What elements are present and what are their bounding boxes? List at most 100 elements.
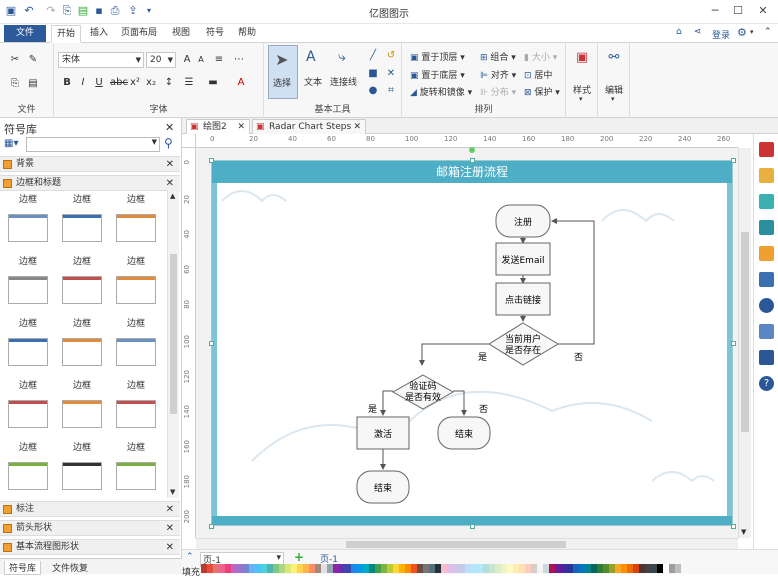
- share-link-icon[interactable]: ⋖: [694, 27, 702, 37]
- scroll-thumb[interactable]: [741, 232, 749, 432]
- superscript-icon[interactable]: x²: [128, 76, 142, 90]
- image-icon[interactable]: [759, 220, 774, 235]
- shrink-font-icon[interactable]: A: [194, 53, 208, 67]
- border-thumbnail[interactable]: [116, 276, 156, 304]
- select-tool-button[interactable]: ➤ 选择: [268, 45, 298, 99]
- tab-help[interactable]: 帮助: [232, 25, 262, 43]
- node-end-right[interactable]: 结束: [437, 416, 491, 450]
- style-dropdown-icon[interactable]: ▾: [579, 95, 583, 103]
- library-close-icon[interactable]: ✕: [166, 502, 174, 517]
- tab-close-icon[interactable]: ✕: [237, 120, 245, 134]
- node-register[interactable]: 注册: [495, 204, 551, 238]
- border-thumbnail[interactable]: [8, 400, 48, 428]
- library-search-input[interactable]: ▼: [26, 137, 160, 152]
- bullets-icon[interactable]: ☰: [182, 76, 196, 90]
- border-thumbnail[interactable]: [116, 214, 156, 242]
- italic-icon[interactable]: I: [76, 76, 90, 90]
- underline-icon[interactable]: U: [92, 76, 106, 90]
- node-end-bottom[interactable]: 结束: [356, 470, 410, 504]
- center-button[interactable]: ⊡ 居中: [524, 68, 552, 81]
- size-button[interactable]: ▮ 大小 ▾: [524, 50, 557, 63]
- format-painter-icon[interactable]: ✎: [26, 53, 40, 67]
- bring-front-button[interactable]: ▣ 置于顶层 ▾: [410, 50, 465, 63]
- text-tool-button[interactable]: A 文本: [300, 45, 330, 99]
- arc-shape-icon[interactable]: ↺: [384, 49, 398, 63]
- scroll-thumb[interactable]: [170, 254, 177, 414]
- selection-handle[interactable]: [209, 524, 214, 529]
- palette-swatch[interactable]: [675, 564, 681, 573]
- text-spacing-icon[interactable]: ↕: [162, 76, 176, 90]
- canvas-vertical-scrollbar[interactable]: ▼: [738, 148, 751, 538]
- rotate-mirror-button[interactable]: ◢ 旋转和镜像 ▾: [410, 85, 472, 98]
- minimize-icon[interactable]: ─: [707, 3, 723, 19]
- login-link[interactable]: 登录: [712, 28, 730, 41]
- border-thumbnail[interactable]: [8, 338, 48, 366]
- cut-icon[interactable]: ✂: [8, 53, 22, 67]
- notes-icon[interactable]: [759, 324, 774, 339]
- library-close-icon[interactable]: ✕: [166, 157, 174, 172]
- rectangle-shape-icon[interactable]: ■: [366, 67, 380, 81]
- node-code-valid[interactable]: 验证码 是否有效: [391, 374, 455, 410]
- doc-tab-radar[interactable]: ▣ Radar Chart Steps ✕: [252, 119, 366, 134]
- line-style-icon[interactable]: [759, 168, 774, 183]
- rotation-handle[interactable]: [469, 147, 475, 153]
- tab-symbol-library[interactable]: 符号库: [4, 561, 42, 575]
- crop-icon[interactable]: ⌗: [384, 84, 398, 98]
- tab-file-recovery[interactable]: 文件恢复: [52, 561, 88, 574]
- protect-button[interactable]: ⊠ 保护 ▾: [524, 85, 560, 98]
- border-thumbnail[interactable]: [116, 400, 156, 428]
- tab-page-layout[interactable]: 页面布局: [118, 25, 160, 43]
- globe-icon[interactable]: [759, 298, 774, 313]
- tab-file[interactable]: 文件: [4, 25, 46, 42]
- style-icon[interactable]: ▣: [575, 51, 589, 65]
- selection-handle[interactable]: [731, 524, 736, 529]
- selection-handle[interactable]: [209, 158, 214, 163]
- scroll-down-icon[interactable]: ▼: [170, 488, 175, 496]
- line-shape-icon[interactable]: ╱: [366, 49, 380, 63]
- tab-symbol[interactable]: 符号: [200, 25, 230, 43]
- comment-icon[interactable]: [759, 350, 774, 365]
- library-scrollbar[interactable]: ▲ ▼: [167, 190, 179, 498]
- library-callouts[interactable]: 标注 ✕: [0, 501, 180, 517]
- selection-handle[interactable]: [470, 524, 475, 529]
- drawing-page[interactable]: 邮箱注册流程 注册 发送Email 点击链接 当前用户 是否存在 验证码 是否有…: [211, 160, 733, 526]
- library-menu-icon[interactable]: ▦▾: [4, 138, 22, 152]
- copy-icon[interactable]: ⎘: [8, 77, 22, 91]
- edit-dropdown-icon[interactable]: ▾: [611, 95, 615, 103]
- library-close-icon[interactable]: ✕: [166, 521, 174, 536]
- highlight-icon[interactable]: ▬: [206, 76, 220, 90]
- cross-shape-icon[interactable]: ✕: [384, 67, 398, 81]
- paste-icon[interactable]: ▤: [26, 77, 40, 91]
- binoculars-icon[interactable]: ⚯: [607, 51, 621, 65]
- help-icon[interactable]: ?: [759, 376, 774, 391]
- border-thumbnail[interactable]: [116, 462, 156, 490]
- tab-close-icon[interactable]: ✕: [353, 120, 361, 134]
- tab-view[interactable]: 视图: [166, 25, 196, 43]
- send-back-button[interactable]: ▣ 置于底层 ▾: [410, 68, 465, 81]
- border-thumbnail[interactable]: [62, 462, 102, 490]
- library-background[interactable]: 背景 ✕: [0, 156, 180, 172]
- selection-handle[interactable]: [209, 341, 214, 346]
- border-thumbnail[interactable]: [62, 338, 102, 366]
- selection-handle[interactable]: [731, 341, 736, 346]
- library-basic-flowchart[interactable]: 基本流程图形状 ✕: [0, 539, 180, 555]
- scroll-up-icon[interactable]: ▲: [170, 192, 175, 200]
- strikethrough-icon[interactable]: abc: [110, 76, 128, 90]
- close-icon[interactable]: ✕: [755, 3, 771, 19]
- scroll-thumb[interactable]: [346, 541, 566, 548]
- maximize-icon[interactable]: ☐: [730, 3, 746, 19]
- align-button[interactable]: ⊫ 对齐 ▾: [480, 68, 516, 81]
- selection-handle[interactable]: [731, 158, 736, 163]
- color-palette[interactable]: [201, 564, 681, 573]
- library-close-icon[interactable]: ✕: [166, 176, 174, 191]
- ellipse-shape-icon[interactable]: ●: [366, 84, 380, 98]
- shadow-icon[interactable]: [759, 194, 774, 209]
- border-thumbnail[interactable]: [62, 214, 102, 242]
- doc-tab-drawing2[interactable]: ▣ 绘图2 ✕: [186, 119, 250, 134]
- font-family-select[interactable]: 宋体 ▼: [58, 52, 144, 68]
- settings-gear-icon[interactable]: ⚙: [737, 26, 747, 39]
- library-borders-titles[interactable]: 边框和标题 ✕: [0, 175, 180, 191]
- grow-font-icon[interactable]: A: [180, 53, 194, 67]
- connector-tool-button[interactable]: ⤷ 连接线: [330, 45, 362, 99]
- chevron-down-icon[interactable]: ▾: [750, 28, 754, 36]
